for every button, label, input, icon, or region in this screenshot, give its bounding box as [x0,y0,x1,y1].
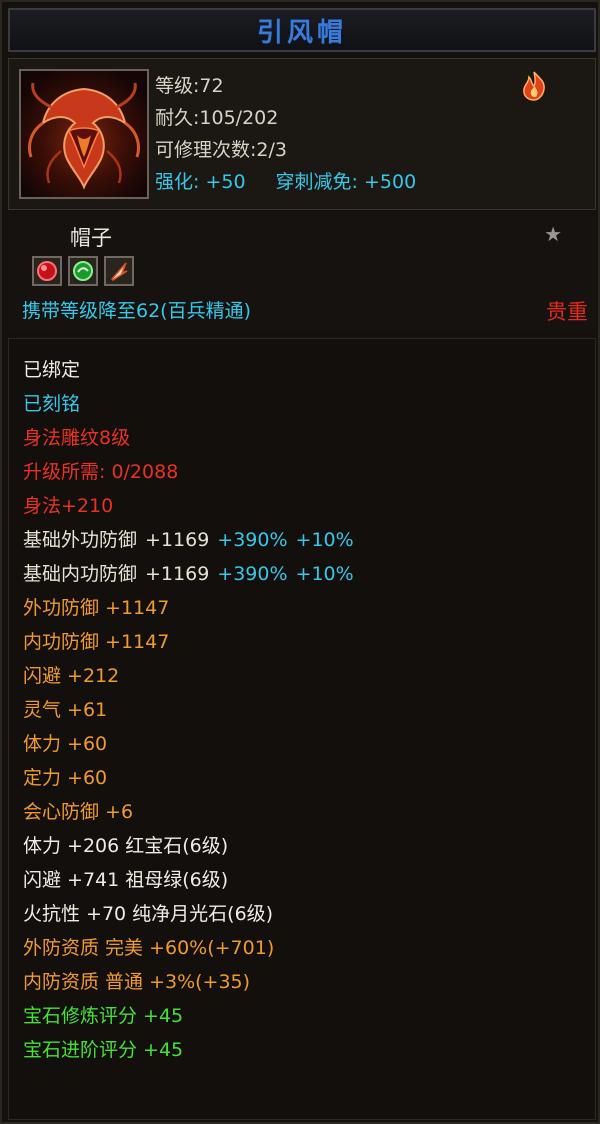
engraved-status: 已刻铭 [23,393,81,415]
durability-text: 耐久:105/202 [155,107,279,129]
attribute-row: 灵气 +61 [23,699,108,721]
title-bar: 引风帽 [8,8,596,52]
gem-row: 体力 +206 红宝石(6级) [23,835,229,857]
stat-percent: +390% [217,563,288,585]
stat-value: +1169 [145,529,210,551]
rarity-badge: 贵重 [546,300,588,324]
carving-level: 身法雕纹8级 [23,427,131,449]
stat-extra: +10% [295,529,354,551]
base-internal-defense: 基础内功防御 +1169 +390% +10% [23,557,595,591]
quality-row: 外防资质 完美 +60%(+701) [23,937,275,959]
attribute-row: 定力 +60 [23,767,108,789]
carry-level-text: 携带等级降至62(百兵精通) [22,300,252,322]
attribute-row: 闪避 +212 [23,665,120,687]
attribute-row: 体力 +60 [23,733,108,755]
stat-extra: +10% [295,563,354,585]
item-tooltip: 引风帽 等级:72 耐久:105/202 可修理次数:2/3 强化: +50 穿刺… [0,0,600,1124]
score-row: 宝石修炼评分 +45 [23,1005,184,1027]
attribute-row: 会心防御 +6 [23,801,134,823]
hat-item-icon[interactable] [19,69,149,199]
item-name: 引风帽 [256,17,347,48]
base-external-defense: 基础外功防御 +1169 +390% +10% [23,523,595,557]
gem-row: 闪避 +741 祖母绿(6级) [23,869,229,891]
red-gem-icon[interactable] [32,256,62,286]
star-icon[interactable]: ★ [544,222,562,246]
repair-count-text: 可修理次数:2/3 [155,139,287,161]
level-text: 等级:72 [155,75,224,97]
item-header: 等级:72 耐久:105/202 可修理次数:2/3 强化: +50 穿刺减免: … [8,58,596,210]
stat-percent: +390% [217,529,288,551]
item-details: 已绑定 已刻铭 身法雕纹8级 升级所需: 0/2088 身法+210 基础外功防… [8,338,596,1120]
item-type: 帽子 [70,226,112,250]
item-summary: 帽子 ★ 携带等级降至62(百兵精通) 贵重 [8,216,596,332]
upgrade-requirement: 升级所需: 0/2088 [23,461,179,483]
fire-gem-icon[interactable] [104,256,134,286]
gem-row: 火抗性 +70 纯净月光石(6级) [23,903,274,925]
fire-badge-icon [517,69,551,103]
attribute-row: 内功防御 +1147 [23,631,170,653]
stat-label: 基础内功防御 [23,563,138,585]
stat-value: +1169 [145,563,210,585]
attribute-row: 外功防御 +1147 [23,597,170,619]
enhance-line: 强化: +50 穿刺减免: +500 [155,167,416,194]
score-row: 宝石进阶评分 +45 [23,1039,184,1061]
enhance-text: 强化: +50 [155,171,246,193]
stat-label: 基础外功防御 [23,529,138,551]
green-gem-icon[interactable] [68,256,98,286]
pierce-text: 穿刺减免: +500 [275,171,417,193]
agility-bonus: 身法+210 [23,495,114,517]
quality-row: 内防资质 普通 +3%(+35) [23,971,251,993]
bound-status: 已绑定 [23,359,81,381]
